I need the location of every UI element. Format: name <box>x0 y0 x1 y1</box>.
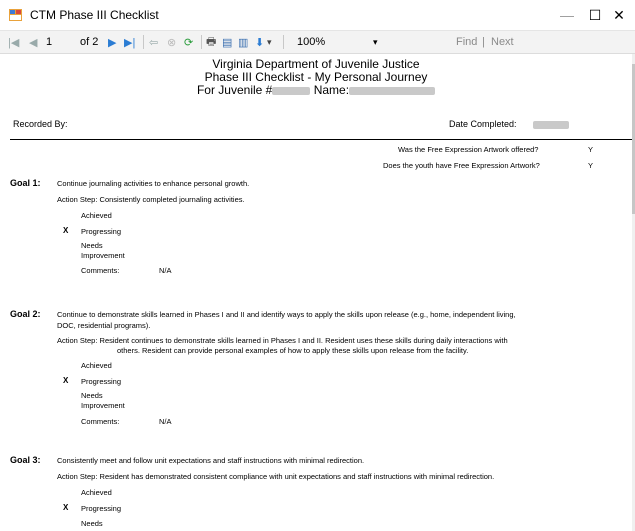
header-divider <box>10 139 632 140</box>
goal-3-number: Goal 3: <box>10 455 41 465</box>
last-page-icon[interactable]: ▶| <box>124 34 135 50</box>
goal-2-comments: N/A <box>159 417 172 426</box>
juvenile-prefix: For Juvenile # <box>196 83 273 97</box>
find-link[interactable]: Find <box>456 34 477 50</box>
export-dropdown-icon[interactable]: ▾ <box>267 34 272 50</box>
report-viewer: Virginia Department of Juvenile Justice … <box>0 54 632 531</box>
stop-icon[interactable]: ⊗ <box>167 34 176 50</box>
window-title: CTM Phase III Checklist <box>30 8 159 22</box>
app-window-icon <box>9 9 22 21</box>
goal-1-comments-label: Comments: <box>81 266 120 275</box>
goal-2-number: Goal 2: <box>10 309 41 319</box>
goal-2-comments-label: Comments: <box>81 417 120 426</box>
print-layout-icon[interactable]: ▤ <box>222 34 232 50</box>
goal-2-option-needs: Needs <box>81 391 103 400</box>
export-icon[interactable]: ⬇ <box>255 34 264 50</box>
goal-1-number: Goal 1: <box>10 178 41 188</box>
next-page-icon[interactable]: ▶ <box>108 34 116 50</box>
report-subtitle: Phase III Checklist - My Personal Journe… <box>204 70 428 84</box>
redacted-juvenile-number <box>272 86 311 95</box>
goal-3-action-step: Action Step: Resident has demonstrated c… <box>57 472 495 481</box>
goal-3-text: Consistently meet and follow unit expect… <box>57 456 365 465</box>
page-count: of 2 <box>80 36 99 48</box>
page-setup-icon[interactable]: ▥ <box>238 34 248 50</box>
refresh-icon[interactable]: ⟳ <box>184 34 193 50</box>
answer-artwork-offered: Y <box>588 145 594 154</box>
goal-2-mark: X <box>63 376 69 385</box>
answer-has-artwork: Y <box>588 161 594 170</box>
question-has-artwork: Does the youth have Free Expression Artw… <box>383 161 540 170</box>
juvenile-line: For Juvenile # Name: <box>0 83 632 97</box>
goal-1-text: Continue journaling activities to enhanc… <box>57 179 250 188</box>
goal-1-option-improvement: Improvement <box>81 251 125 260</box>
goal-1-action-step: Action Step: Consistently completed jour… <box>57 195 245 204</box>
name-label: Name: <box>313 83 350 97</box>
previous-page-icon[interactable]: ◀ <box>29 34 37 50</box>
goal-1-comments: N/A <box>159 266 172 275</box>
goal-2-option-improvement: Improvement <box>81 401 125 410</box>
toolbar-divider <box>201 35 202 49</box>
date-completed-label: Date Completed: <box>449 119 517 129</box>
question-artwork-offered: Was the Free Expression Artwork offered? <box>398 145 539 154</box>
back-icon[interactable]: ⇦ <box>149 34 158 50</box>
toolbar-divider <box>283 35 284 49</box>
goal-3-option-needs: Needs <box>81 519 103 528</box>
redacted-name <box>349 86 436 95</box>
goal-2-text-line1: Continue to demonstrate skills learned i… <box>57 310 516 319</box>
goal-2-action-step-line1: Action Step: Resident continues to demon… <box>57 336 508 345</box>
find-next-link[interactable]: Next <box>491 34 514 50</box>
goal-1-mark: X <box>63 226 69 235</box>
goal-1-option-needs: Needs <box>81 241 103 250</box>
recorded-by-label: Recorded By: <box>13 119 68 129</box>
goal-2-text-line2: DOC, residential programs). <box>57 321 151 330</box>
current-page-input[interactable]: 1 <box>46 34 76 49</box>
goal-1-option-achieved: Achieved <box>81 211 112 220</box>
goal-2-option-progressing: Progressing <box>81 377 122 386</box>
zoom-dropdown-icon[interactable]: ▾ <box>373 34 378 50</box>
report-toolbar: |◀ ◀ 1 of 2 ▶ ▶| ⇦ ⊗ ⟳ 🖶 ▤ ▥ ⬇ ▾ 100% ▾ … <box>0 31 635 54</box>
close-button[interactable]: ✕ <box>603 0 635 30</box>
goal-2-action-step-line2: others. Resident can provide personal ex… <box>117 346 469 355</box>
goal-2-option-achieved: Achieved <box>81 361 112 370</box>
first-page-icon[interactable]: |◀ <box>8 34 19 50</box>
goal-3-option-progressing: Progressing <box>81 504 122 513</box>
goal-3-mark: X <box>63 503 69 512</box>
goal-3-option-achieved: Achieved <box>81 488 112 497</box>
print-icon[interactable]: 🖶 <box>206 34 216 50</box>
zoom-select[interactable]: 100% <box>297 34 325 50</box>
goal-1-option-progressing: Progressing <box>81 227 122 236</box>
redacted-date <box>533 121 569 129</box>
title-bar: CTM Phase III Checklist — ☐ ✕ <box>0 0 635 31</box>
toolbar-divider <box>143 35 144 49</box>
report-org: Virginia Department of Juvenile Justice <box>212 57 420 71</box>
find-separator: | <box>482 36 485 48</box>
